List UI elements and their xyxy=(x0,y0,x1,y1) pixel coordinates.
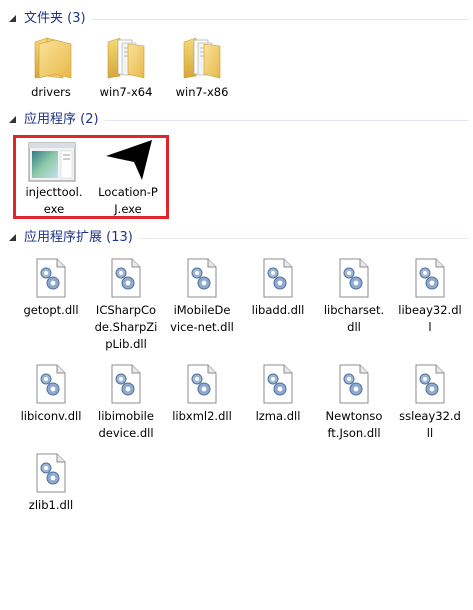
folder-item-drivers[interactable]: drivers xyxy=(13,32,89,102)
folder-label: win7-x64 xyxy=(99,85,153,99)
dll-item-libeay32[interactable]: libeay32.dl l xyxy=(392,258,468,354)
dll-gear-icon xyxy=(263,364,293,404)
dll-label: iMobileDe vice-net.dll xyxy=(170,303,234,334)
highlight-box xyxy=(13,135,169,219)
dll-label: zlib1.dll xyxy=(28,498,74,512)
dll-gear-icon xyxy=(339,258,369,298)
dll-item-libadd[interactable]: libadd.dll xyxy=(240,258,316,354)
folder-with-documents-icon xyxy=(107,37,145,79)
dll-item-libiconv[interactable]: libiconv.dll xyxy=(13,364,89,444)
dll-label: libcharset. dll xyxy=(323,303,385,334)
dll-gear-icon xyxy=(415,364,445,404)
folder-icon xyxy=(34,37,72,79)
dll-gear-icon xyxy=(36,453,66,493)
group-header-folders[interactable]: 文件夹 (3) xyxy=(4,9,469,29)
dll-gear-icon xyxy=(263,258,293,298)
dll-gear-icon xyxy=(111,364,141,404)
dll-item-zlib1[interactable]: zlib1.dll xyxy=(13,453,89,517)
dll-label: getopt.dll xyxy=(23,303,79,317)
dll-item-libcharset[interactable]: libcharset. dll xyxy=(316,258,392,354)
dll-gear-icon xyxy=(36,258,66,298)
dll-label: libiconv.dll xyxy=(20,409,82,423)
group-title-extensions: 应用程序扩展 (13) xyxy=(24,230,133,245)
dll-gear-icon xyxy=(187,364,217,404)
dll-item-libimobiledevice[interactable]: libimobile device.dll xyxy=(88,364,164,444)
dll-item-icsharpcode[interactable]: ICSharpCo de.SharpZi pLib.dll xyxy=(88,258,164,354)
dll-label: lzma.dll xyxy=(255,409,301,423)
dll-gear-icon xyxy=(36,364,66,404)
dll-gear-icon xyxy=(415,258,445,298)
dll-item-ssleay32[interactable]: ssleay32.d ll xyxy=(392,364,468,444)
dll-item-newtonsoft-json[interactable]: Newtonso ft.Json.dll xyxy=(316,364,392,444)
folder-with-documents-icon xyxy=(183,37,221,79)
group-divider xyxy=(105,120,469,121)
folder-item-win7-x64[interactable]: win7-x64 xyxy=(88,32,164,102)
dll-label: Newtonso ft.Json.dll xyxy=(325,409,383,440)
dll-label: libadd.dll xyxy=(251,303,305,317)
folder-item-win7-x86[interactable]: win7-x86 xyxy=(164,32,240,102)
group-title-apps: 应用程序 (2) xyxy=(24,112,99,127)
chevron-down-icon[interactable] xyxy=(8,14,17,23)
dll-gear-icon xyxy=(187,258,217,298)
folder-label: win7-x86 xyxy=(175,85,229,99)
dll-label: ssleay32.d ll xyxy=(399,409,461,440)
chevron-down-icon[interactable] xyxy=(8,233,17,242)
group-header-extensions[interactable]: 应用程序扩展 (13) xyxy=(4,228,469,248)
dll-label: libeay32.dl l xyxy=(398,303,462,334)
dll-item-lzma[interactable]: lzma.dll xyxy=(240,364,316,444)
dll-item-imobiledevice-net[interactable]: iMobileDe vice-net.dll xyxy=(164,258,240,354)
folder-label: drivers xyxy=(31,85,71,99)
group-title-folders: 文件夹 (3) xyxy=(24,11,86,26)
dll-item-getopt[interactable]: getopt.dll xyxy=(13,258,89,354)
dll-gear-icon xyxy=(339,364,369,404)
chevron-down-icon[interactable] xyxy=(8,115,17,124)
dll-label: libimobile device.dll xyxy=(98,409,154,440)
dll-gear-icon xyxy=(111,258,141,298)
dll-label: ICSharpCo de.SharpZi pLib.dll xyxy=(94,303,158,351)
dll-label: libxml2.dll xyxy=(172,409,232,423)
dll-item-libxml2[interactable]: libxml2.dll xyxy=(164,364,240,444)
group-divider xyxy=(139,238,469,239)
group-divider xyxy=(92,19,469,20)
group-header-apps[interactable]: 应用程序 (2) xyxy=(4,110,469,130)
